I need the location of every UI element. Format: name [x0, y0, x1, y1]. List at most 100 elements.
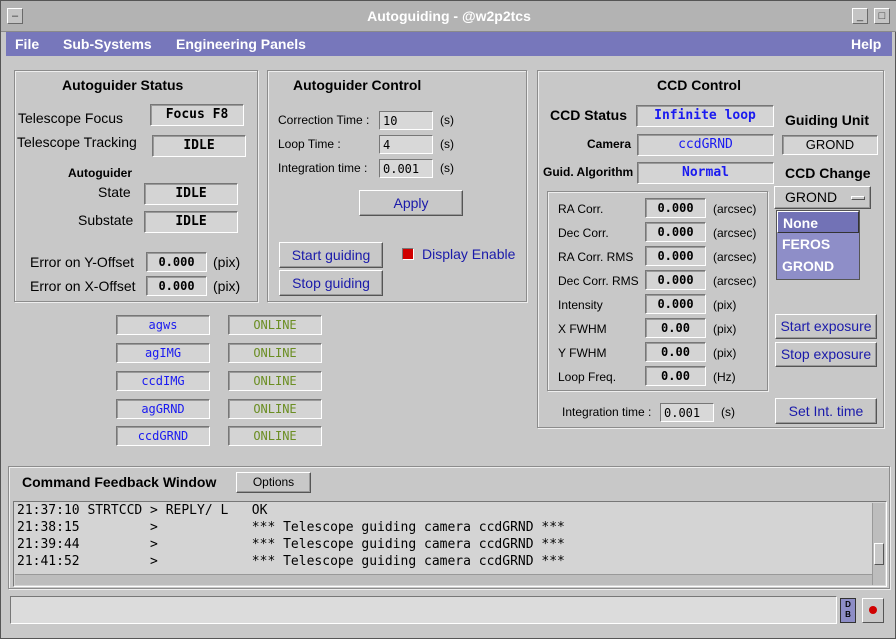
menu-bar: File Sub-Systems Engineering Panels Help [6, 32, 892, 56]
correction-time-input[interactable] [379, 111, 433, 130]
guiding-unit-value: GROND [782, 135, 878, 155]
stop-guiding-button[interactable]: Stop guiding [279, 270, 383, 296]
autoguider-control-title: Autoguider Control [293, 77, 422, 93]
measurement-value: 0.000 [645, 270, 706, 290]
ccd-integration-time-label: Integration time : [562, 405, 652, 419]
main-window: Autoguiding - @w2p2tcs – _ □ File Sub-Sy… [0, 0, 896, 639]
substate-label: Substate [78, 212, 134, 228]
measurement-unit: (pix) [713, 322, 737, 336]
db-icon[interactable]: D B [840, 598, 856, 623]
ccd-option-feros[interactable]: FEROS [777, 233, 859, 255]
measurement-value: 0.00 [645, 318, 706, 338]
telescope-tracking-label: Telescope Tracking [17, 134, 137, 150]
integration-time-unit: (s) [440, 161, 454, 175]
camera-label: Camera [587, 137, 632, 151]
ccd-integration-time-unit: (s) [721, 405, 735, 419]
ccd-control-title: CCD Control [657, 77, 741, 93]
window-title: Autoguiding - @w2p2tcs [367, 8, 531, 24]
menu-engineering-panels[interactable]: Engineering Panels [176, 32, 306, 56]
feedback-title: Command Feedback Window [22, 474, 217, 490]
process-status: ONLINE [228, 426, 322, 446]
apply-button[interactable]: Apply [359, 190, 463, 216]
autoguider-status-title: Autoguider Status [62, 77, 184, 93]
scrollbar-thumb[interactable] [874, 543, 884, 565]
measurement-unit: (arcsec) [713, 250, 757, 264]
correction-time-label: Correction Time : [278, 113, 370, 127]
feedback-vertical-scrollbar[interactable] [872, 503, 885, 585]
measurement-unit: (arcsec) [713, 274, 757, 288]
error-y-unit: (pix) [213, 254, 241, 270]
process-status: ONLINE [228, 399, 322, 419]
correction-time-unit: (s) [440, 113, 454, 127]
options-button[interactable]: Options [236, 472, 311, 493]
telescope-focus-value: Focus F8 [150, 104, 244, 126]
display-enable-checkbox[interactable] [402, 248, 414, 260]
telescope-tracking-value: IDLE [152, 135, 246, 157]
error-y-label: Error on Y-Offset [30, 254, 135, 270]
feedback-horizontal-scrollbar[interactable] [15, 574, 872, 585]
start-guiding-button[interactable]: Start guiding [279, 242, 383, 268]
process-status: ONLINE [228, 343, 322, 363]
loop-time-label: Loop Time : [278, 137, 341, 151]
telescope-focus-label: Telescope Focus [18, 110, 124, 126]
measurement-unit: (pix) [713, 346, 737, 360]
measurement-label: Dec Corr. RMS [558, 274, 639, 288]
camera-value: ccdGRND [637, 134, 774, 156]
measurement-value: 0.000 [645, 294, 706, 314]
state-value: IDLE [144, 183, 238, 205]
set-int-time-button[interactable]: Set Int. time [775, 398, 877, 424]
autoguider-label: Autoguider [68, 166, 132, 180]
display-enable-label[interactable]: Display Enable [422, 246, 515, 262]
command-input[interactable] [10, 596, 837, 624]
error-x-unit: (pix) [213, 278, 241, 294]
measurement-value: 0.00 [645, 366, 706, 386]
process-name: ccdIMG [116, 371, 210, 391]
feedback-line: 21:37:10 STRTCCD > REPLY/ L OK [17, 503, 268, 518]
measurement-value: 0.000 [645, 246, 706, 266]
indicator-button[interactable] [862, 598, 884, 623]
measurement-label: Y FWHM [558, 346, 607, 360]
ccd-option-none[interactable]: None [777, 211, 859, 233]
measurement-unit: (pix) [713, 298, 737, 312]
stop-exposure-button[interactable]: Stop exposure [775, 342, 877, 367]
process-name: agGRND [116, 399, 210, 419]
process-name: agIMG [116, 343, 210, 363]
integration-time-input[interactable] [379, 159, 433, 178]
ccd-change-options-list: None FEROS GROND [776, 210, 860, 280]
measurement-label: Loop Freq. [558, 370, 617, 384]
guiding-algorithm-value: Normal [637, 162, 774, 184]
guiding-algorithm-label: Guid. Algorithm [543, 165, 634, 179]
measurement-unit: (Hz) [713, 370, 736, 384]
ccd-integration-time-input[interactable] [660, 403, 714, 422]
process-status: ONLINE [228, 315, 322, 335]
feedback-line: 21:39:44 > *** Telescope guiding camera … [17, 537, 565, 552]
window-menu-icon[interactable]: – [7, 8, 23, 24]
integration-time-label: Integration time : [278, 161, 368, 175]
substate-value: IDLE [144, 211, 238, 233]
error-x-label: Error on X-Offset [30, 278, 136, 294]
process-name: agws [116, 315, 210, 335]
menu-help[interactable]: Help [851, 32, 881, 56]
ccd-status-label: CCD Status [550, 107, 628, 123]
loop-time-input[interactable] [379, 135, 433, 154]
ccd-change-label: CCD Change [785, 165, 871, 181]
feedback-line: 21:38:15 > *** Telescope guiding camera … [17, 520, 565, 535]
measurement-label: RA Corr. RMS [558, 250, 634, 264]
red-indicator-icon [869, 606, 877, 614]
menu-subsystems[interactable]: Sub-Systems [63, 32, 152, 56]
error-x-value: 0.000 [146, 276, 207, 296]
state-label: State [98, 184, 131, 200]
measurement-label: X FWHM [558, 322, 607, 336]
minimize-icon[interactable]: _ [852, 8, 868, 24]
guiding-unit-label: Guiding Unit [785, 112, 869, 128]
title-bar: Autoguiding - @w2p2tcs – _ □ [1, 1, 896, 32]
measurement-value: 0.000 [645, 198, 706, 218]
ccd-option-grond[interactable]: GROND [777, 255, 859, 277]
ccd-change-dropdown[interactable]: GROND [774, 186, 871, 209]
start-exposure-button[interactable]: Start exposure [775, 314, 877, 339]
menu-file[interactable]: File [15, 32, 39, 56]
ccd-change-selected: GROND [785, 189, 838, 205]
maximize-icon[interactable]: □ [874, 8, 890, 24]
loop-time-unit: (s) [440, 137, 454, 151]
measurement-label: RA Corr. [558, 202, 604, 216]
